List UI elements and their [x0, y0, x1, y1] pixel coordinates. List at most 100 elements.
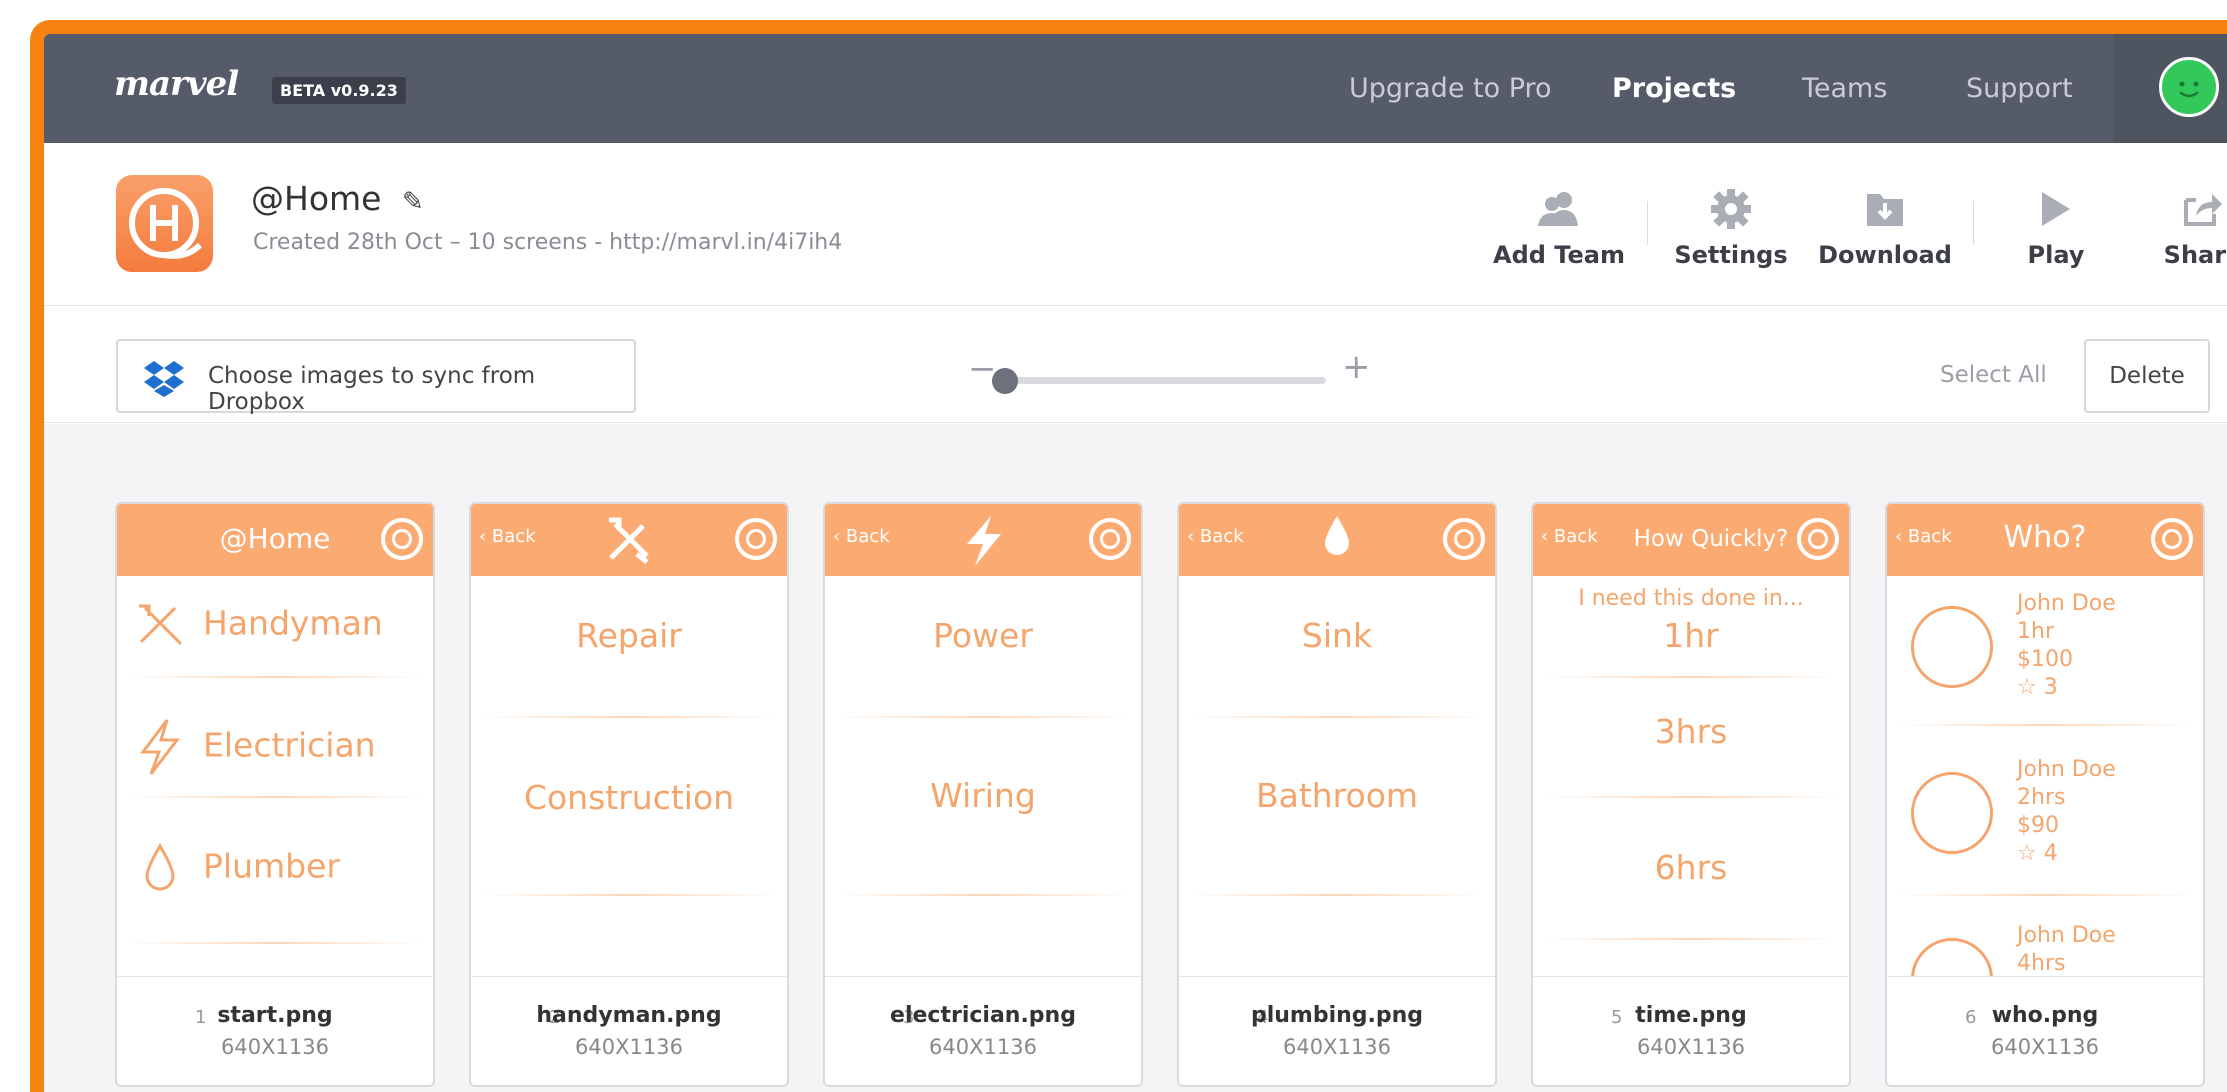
list-item: Sink — [1301, 616, 1373, 655]
screen-preview: Repair Construction — [471, 576, 787, 976]
person-avatar-icon — [1911, 772, 1993, 854]
screen-preview: Handyman Electrician Plumber — [117, 576, 433, 976]
person-time: 1hr — [2017, 619, 2054, 644]
person-avatar-icon — [1911, 938, 1993, 976]
screen-card[interactable]: ‹ Back Who? John Doe 1hr $100 ☆ 3 John D… — [1885, 502, 2205, 1087]
app-window: marvel BETA v0.9.23 Upgrade to Pro Proje… — [30, 20, 2227, 1092]
screen-filename: electrician.png — [890, 1003, 1076, 1028]
toolbar: Choose images to sync from Dropbox − + S… — [44, 307, 2227, 423]
gear-icon — [1711, 189, 1751, 229]
screen-dimensions: 640X1136 — [1283, 1035, 1391, 1059]
zoom-in-button[interactable]: + — [1342, 347, 1371, 387]
list-item: Power — [933, 616, 1033, 655]
screen-footer: 6 who.png 640X1136 — [1887, 976, 2203, 1085]
screen-dimensions: 640X1136 — [1991, 1035, 2099, 1059]
divider — [127, 676, 423, 678]
list-item: Electrician — [135, 718, 376, 776]
list-item: Wiring — [930, 776, 1036, 815]
list-item: 6hrs — [1654, 848, 1728, 887]
person-name: John Doe — [2017, 757, 2116, 782]
divider — [835, 894, 1131, 896]
screens-grid: @Home Handyman Electrician Plumber 1 sta… — [44, 424, 2227, 1092]
nav-support[interactable]: Support — [1966, 34, 2073, 143]
user-menu[interactable] — [2114, 34, 2227, 143]
divider — [1647, 201, 1648, 245]
divider — [1897, 724, 2193, 726]
divider — [1543, 938, 1839, 940]
screen-card[interactable]: ‹ Back Power Wiring 3 electrician.png 64… — [823, 502, 1143, 1087]
project-meta: Created 28th Oct – 10 screens - http://m… — [253, 230, 843, 255]
marvel-logo[interactable]: marvel — [114, 64, 239, 104]
edit-pencil-icon[interactable]: ✎ — [402, 187, 424, 217]
screen-card[interactable]: ‹ Back Sink Bathroom 4 plumbing.png 640X… — [1177, 502, 1497, 1087]
gear-icon — [1443, 518, 1485, 560]
screen-card[interactable]: @Home Handyman Electrician Plumber 1 sta… — [115, 502, 435, 1087]
screen-footer: 4 plumbing.png 640X1136 — [1179, 976, 1495, 1085]
person-info: John Doe 2hrs $90 ☆ 4 — [2017, 756, 2116, 868]
share-button[interactable]: Share — [2128, 183, 2227, 269]
person-price: $100 — [2017, 647, 2073, 672]
drop-icon — [145, 843, 175, 891]
avatar[interactable] — [2159, 57, 2219, 117]
screen-footer: 2 handyman.png 640X1136 — [471, 976, 787, 1085]
divider — [1543, 796, 1839, 798]
screen-footer: 5 time.png 640X1136 — [1533, 976, 1849, 1085]
add-team-button[interactable]: Add Team — [1484, 183, 1634, 269]
settings-label: Settings — [1674, 241, 1788, 269]
divider — [481, 894, 777, 896]
screen-dimensions: 640X1136 — [221, 1035, 329, 1059]
screen-card[interactable]: ‹ Back Repair Construction 2 handyman.pn… — [469, 502, 789, 1087]
play-button[interactable]: Play — [1981, 183, 2131, 269]
person-info: John Doe 1hr $100 ☆ 3 — [2017, 590, 2116, 702]
screen-filename: plumbing.png — [1250, 1003, 1424, 1028]
gear-icon — [735, 518, 777, 560]
screen-card[interactable]: ‹ Back How Quickly? I need this done in.… — [1531, 502, 1851, 1087]
play-icon — [2042, 192, 2070, 226]
divider — [1543, 676, 1839, 678]
download-folder-icon — [1867, 194, 1903, 226]
list-item-label: Electrician — [203, 725, 376, 765]
screen-subtitle: I need this done in... — [1578, 586, 1804, 611]
share-icon — [2184, 194, 2222, 226]
zoom-slider-handle[interactable] — [992, 368, 1018, 394]
divider — [1973, 201, 1974, 245]
gear-icon — [1089, 518, 1131, 560]
project-header: @Home ✎ Created 28th Oct – 10 screens - … — [44, 143, 2227, 306]
gear-icon — [2151, 518, 2193, 560]
select-all-link[interactable]: Select All — [1940, 362, 2047, 388]
dropbox-sync-button[interactable]: Choose images to sync from Dropbox — [116, 339, 636, 415]
zoom-slider-track[interactable] — [1000, 377, 1326, 384]
screen-preview: I need this done in... 1hr 3hrs 6hrs — [1533, 576, 1849, 976]
screen-dimensions: 640X1136 — [1637, 1035, 1745, 1059]
share-label: Share — [2163, 241, 2227, 269]
list-item: Repair — [576, 616, 682, 655]
nav-teams[interactable]: Teams — [1802, 34, 1887, 143]
screen-header: ‹ Back — [1179, 504, 1495, 576]
screen-preview: Sink Bathroom — [1179, 576, 1495, 976]
download-label: Download — [1818, 241, 1952, 269]
project-title: @Home — [251, 179, 382, 218]
team-icon — [1538, 192, 1578, 226]
list-item: Handyman — [135, 602, 383, 648]
person-name: John Doe — [2017, 591, 2116, 616]
download-button[interactable]: Download — [1810, 183, 1960, 269]
smiley-icon — [2179, 81, 2199, 98]
add-team-label: Add Team — [1493, 241, 1625, 269]
screen-header: ‹ Back Who? — [1887, 504, 2203, 576]
home-logo-icon — [129, 188, 203, 259]
person-rating-value: 4 — [2043, 841, 2058, 866]
screen-filename: handyman.png — [536, 1003, 722, 1028]
nav-projects[interactable]: Projects — [1612, 34, 1736, 143]
settings-button[interactable]: Settings — [1656, 183, 1806, 269]
top-navigation-bar: marvel BETA v0.9.23 Upgrade to Pro Proje… — [44, 34, 2227, 143]
person-avatar-icon — [1911, 606, 1993, 688]
list-item: 1hr — [1663, 616, 1719, 655]
nav-upgrade-to-pro[interactable]: Upgrade to Pro — [1349, 34, 1552, 143]
divider — [481, 716, 777, 718]
screen-footer: 1 start.png 640X1136 — [117, 976, 433, 1085]
person-time: 2hrs — [2017, 785, 2066, 810]
lightning-icon — [140, 719, 181, 775]
delete-button[interactable]: Delete — [2084, 339, 2210, 413]
divider — [127, 796, 423, 798]
version-badge: BETA v0.9.23 — [272, 77, 406, 104]
